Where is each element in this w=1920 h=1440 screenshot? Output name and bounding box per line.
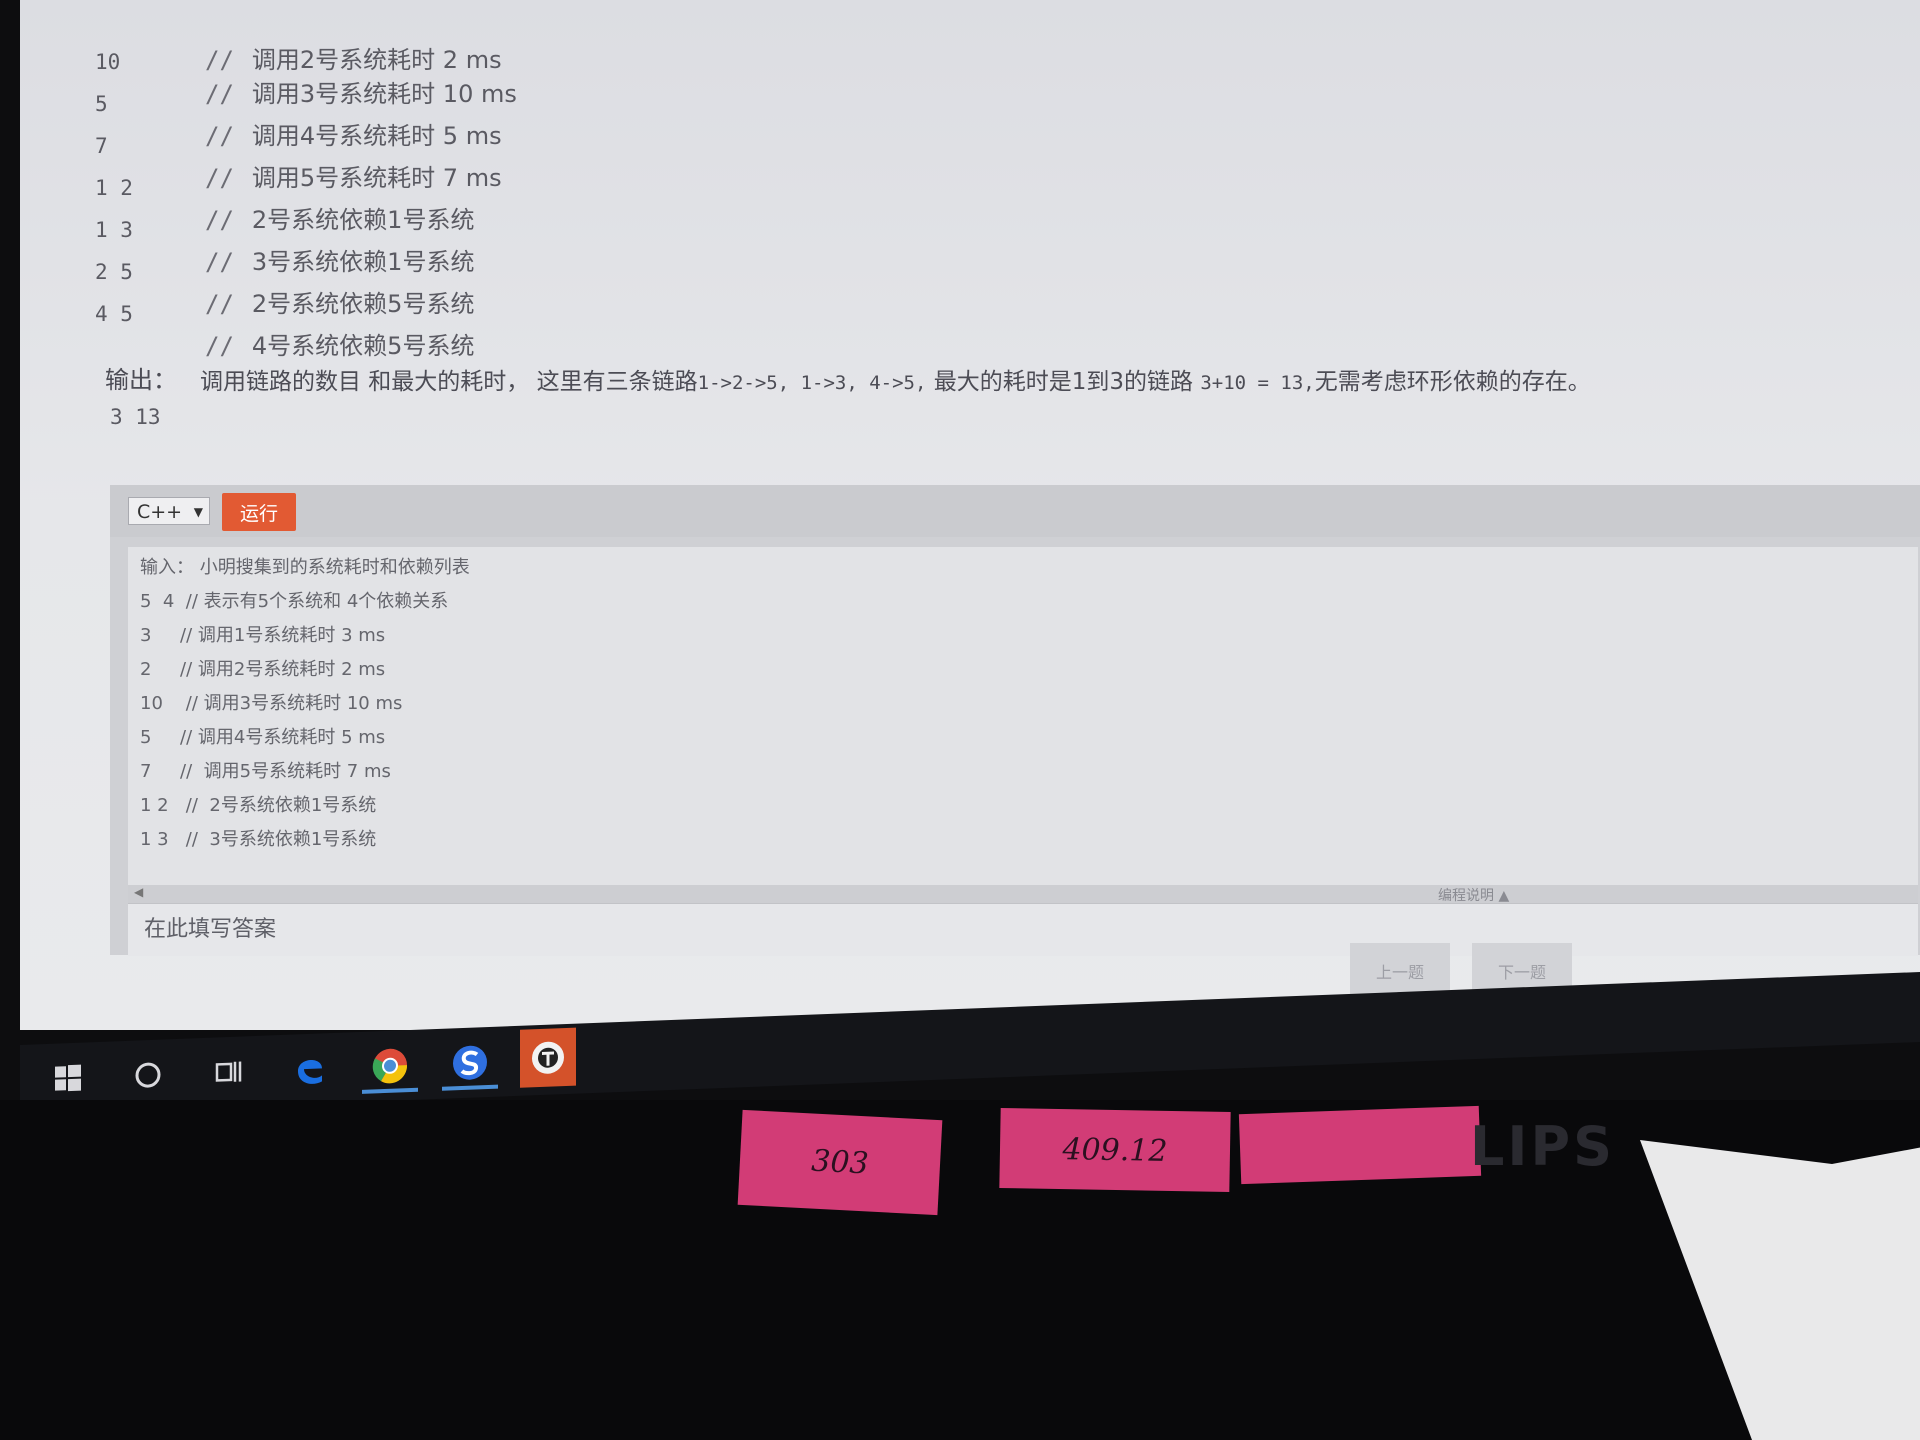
run-button[interactable]: 运行 [222, 493, 296, 531]
code-editor-panel: C++ ▼ 运行 输入： 小明搜集到的系统耗时和依赖列表 5 4 // 表示有5… [110, 485, 1920, 956]
code-line: 输入： 小明搜集到的系统耗时和依赖列表 [140, 557, 470, 578]
sticky-note: 303 [737, 1109, 943, 1216]
sticky-note: 409.12 [999, 1107, 1231, 1193]
edge-icon[interactable] [282, 1043, 338, 1095]
monitor-screen: //调用2号系统耗时 2 ms 10 //调用3号系统耗时 10 ms 5 //… [0, 0, 1920, 1030]
language-select[interactable]: C++ ▼ [128, 497, 210, 525]
editor-toolbar: C++ ▼ 运行 [110, 485, 1920, 537]
chrome-icon[interactable] [362, 1040, 418, 1094]
code-line: 5 // 调用4号系统耗时 5 ms [140, 727, 386, 748]
output-description: 调用链路的数目 和最大的耗时， 这里有三条链路1->2->5, 1->3, 4-… [200, 369, 1591, 395]
task-view-icon[interactable] [200, 1046, 256, 1098]
output-value: 3 13 [110, 405, 161, 429]
scroll-left-arrow-icon[interactable]: ◀ [134, 885, 143, 899]
code-line: 1 3 // 3号系统依赖1号系统 [140, 829, 377, 850]
answer-input[interactable] [142, 916, 746, 943]
code-line: 7 // 调用5号系统耗时 7 ms [140, 761, 391, 782]
windows-start-icon[interactable] [40, 1052, 96, 1104]
answer-area [128, 903, 1918, 956]
code-line: 1 2 // 2号系统依赖1号系统 [140, 795, 377, 816]
code-line: 10 // 调用3号系统耗时 10 ms [140, 693, 403, 714]
code-line: 5 4 // 表示有5个系统和 4个依赖关系 [140, 591, 449, 612]
programming-note-toggle[interactable]: 编程说明 ▲ [1438, 885, 1509, 905]
horizontal-scrollbar[interactable]: ◀ 编程说明 ▲ [128, 885, 1918, 905]
chevron-down-icon: ▼ [193, 505, 203, 519]
sogou-icon[interactable] [442, 1037, 498, 1091]
code-line: 3 // 调用1号系统耗时 3 ms [140, 625, 386, 646]
code-textarea[interactable]: 输入： 小明搜集到的系统耗时和依赖列表 5 4 // 表示有5个系统和 4个依赖… [128, 547, 1918, 887]
output-label: 输出： [105, 366, 177, 394]
app-icon[interactable] [520, 1027, 576, 1088]
sticky-note [1238, 1105, 1482, 1185]
monitor-brand-logo: LIPS [1470, 1115, 1615, 1178]
cortana-search-icon[interactable] [120, 1049, 176, 1101]
monitor-bezel [0, 1100, 1920, 1440]
code-line: 2 // 调用2号系统耗时 2 ms [140, 659, 386, 680]
